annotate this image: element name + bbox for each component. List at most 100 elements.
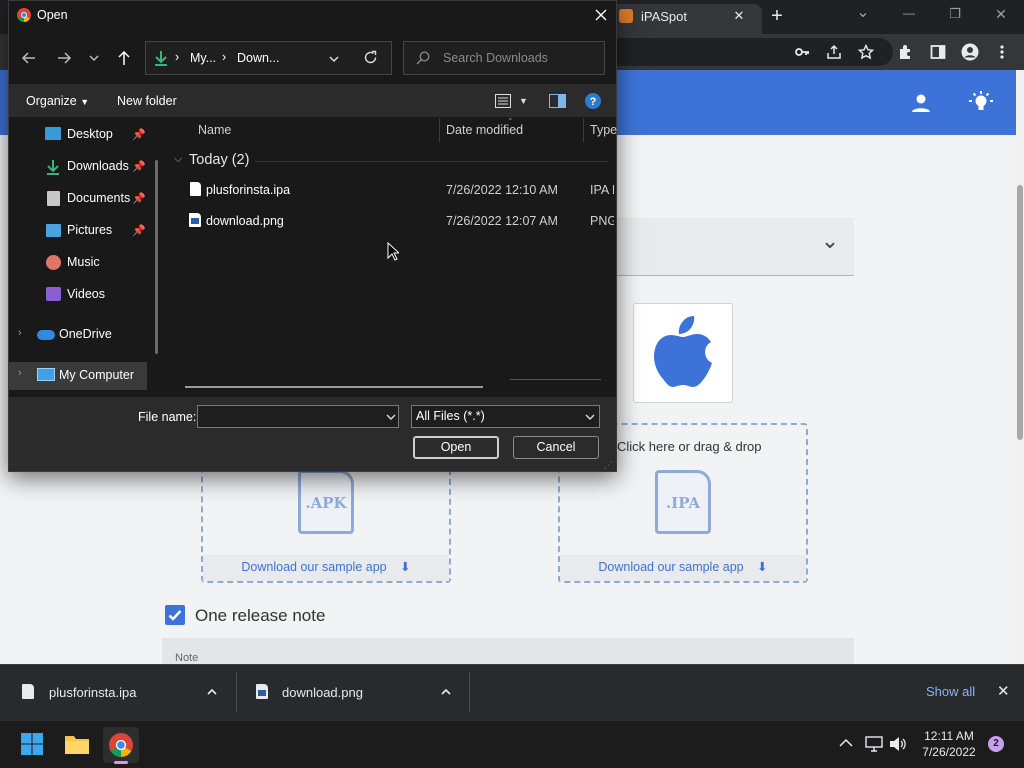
view-details-icon[interactable]	[495, 94, 511, 108]
extensions-puzzle-icon[interactable]	[898, 44, 914, 60]
resize-grip-icon[interactable]: ⋰	[604, 460, 613, 471]
note-field-label: Note	[175, 652, 199, 664]
new-tab-button[interactable]: +	[766, 5, 788, 28]
address-history-chevron-icon[interactable]	[328, 53, 340, 65]
chevron-down-icon: ⌄	[820, 228, 840, 253]
download-item-name[interactable]: plusforinsta.ipa	[49, 685, 136, 700]
ipa-sample-link-row[interactable]: Download our sample app ⬇	[560, 555, 806, 581]
file-name-history-chevron-icon[interactable]	[386, 412, 396, 422]
column-divider[interactable]	[583, 118, 584, 142]
file-list-horizontal-scrollbar[interactable]	[185, 386, 483, 388]
download-item-name[interactable]: download.png	[282, 685, 363, 700]
column-header-date[interactable]: Date modified	[446, 123, 523, 137]
profile-avatar-icon[interactable]	[961, 43, 979, 61]
show-hidden-icons-chevron-icon[interactable]	[839, 738, 853, 748]
download-arrow-icon: ⬇	[757, 560, 768, 574]
tab-search-chevron-icon[interactable]: ⌄	[852, 2, 874, 22]
windows-start-icon[interactable]	[20, 732, 44, 756]
nav-item-downloads[interactable]: Downloads	[67, 152, 129, 180]
back-arrow-icon[interactable]	[21, 50, 37, 66]
nav-item-documents[interactable]: Documents	[67, 184, 130, 212]
bookmark-star-icon[interactable]	[858, 44, 874, 60]
address-bar[interactable]	[617, 38, 893, 66]
side-panel-icon[interactable]	[930, 44, 946, 60]
help-glyph: ?	[590, 96, 597, 108]
sort-caret-icon: ⌄	[507, 113, 514, 122]
apk-sample-link-row[interactable]: Download our sample app ⬇	[203, 555, 449, 581]
apple-logo-icon	[653, 316, 712, 387]
computer-icon	[37, 368, 55, 381]
pin-icon: 📌	[132, 225, 146, 237]
dialog-close-icon[interactable]	[594, 8, 608, 22]
new-folder-button[interactable]: New folder	[117, 94, 177, 108]
download-file-icon	[22, 684, 34, 699]
organize-menu[interactable]: Organize ▼	[26, 94, 89, 108]
download-item-menu-chevron-icon[interactable]	[206, 686, 218, 698]
chrome-taskbar-icon[interactable]	[109, 733, 133, 757]
ipa-file-icon	[190, 182, 201, 196]
nav-item-my-computer[interactable]: My Computer	[59, 361, 134, 389]
filter-chevron-icon	[585, 414, 595, 420]
account-icon[interactable]	[911, 93, 931, 113]
open-button[interactable]: Open	[413, 436, 499, 459]
window-close-button[interactable]: ✕	[990, 6, 1012, 23]
clock-date[interactable]: 7/26/2022	[915, 745, 983, 759]
nav-item-desktop[interactable]: Desktop	[67, 120, 113, 148]
share-icon[interactable]	[826, 44, 842, 60]
show-all-downloads-button[interactable]: Show all	[926, 684, 975, 699]
column-header-name[interactable]: Name	[198, 123, 231, 137]
view-options-caret-icon[interactable]: ▼	[519, 96, 528, 106]
tab-close-icon[interactable]: ✕	[730, 8, 748, 24]
file-row-date: 7/26/2022 12:07 AM	[446, 214, 558, 228]
cancel-button[interactable]: Cancel	[513, 436, 599, 459]
window-minimize-button[interactable]: —	[898, 6, 920, 20]
file-explorer-icon[interactable]	[64, 733, 90, 755]
close-shelf-icon[interactable]: ✕	[997, 682, 1010, 700]
group-collapse-chevron-icon[interactable]: ⌵	[174, 153, 182, 166]
group-header-today[interactable]: Today (2)	[189, 152, 249, 168]
ipa-file-icon: .IPA	[655, 470, 711, 534]
up-folder-arrow-icon[interactable]	[116, 50, 132, 66]
help-icon[interactable]: ?	[585, 93, 601, 109]
apk-sample-link[interactable]: Download our sample app	[241, 560, 386, 574]
expand-chevron-icon[interactable]: ›	[18, 367, 22, 379]
column-header-type[interactable]: Type	[590, 123, 617, 137]
download-image-icon	[256, 684, 268, 699]
file-row-name[interactable]: plusforinsta.ipa	[206, 183, 290, 197]
clock-time[interactable]: 12:11 AM	[920, 729, 978, 743]
network-icon[interactable]	[865, 736, 883, 752]
page-scrollbar-thumb[interactable]	[1017, 185, 1023, 440]
window-restore-button[interactable]: ❐	[944, 6, 966, 22]
file-row-type: PNG	[590, 214, 614, 228]
nav-item-videos[interactable]: Videos	[67, 280, 105, 308]
refresh-icon[interactable]	[363, 50, 378, 65]
breadcrumb-item-my-computer[interactable]: My...	[190, 51, 216, 65]
note-field[interactable]	[162, 638, 854, 664]
ipa-sample-link[interactable]: Download our sample app	[598, 560, 743, 574]
expand-chevron-icon[interactable]: ›	[18, 327, 22, 339]
navigation-pane-scrollbar[interactable]	[155, 160, 158, 354]
theme-toggle-bulb-icon[interactable]	[969, 90, 993, 114]
breadcrumb-item-downloads[interactable]: Down...	[237, 51, 279, 65]
release-note-checkbox[interactable]	[165, 605, 185, 625]
password-key-icon[interactable]	[794, 44, 810, 60]
file-row-name[interactable]: download.png	[206, 214, 284, 228]
nav-item-onedrive[interactable]: OneDrive	[59, 320, 112, 348]
notification-count-badge[interactable]: 2	[988, 736, 1004, 752]
column-divider[interactable]	[439, 118, 440, 142]
forward-arrow-icon[interactable]	[56, 50, 72, 66]
file-row-date: 7/26/2022 12:10 AM	[446, 183, 558, 197]
group-divider	[255, 161, 608, 162]
png-thumbnail	[191, 218, 199, 224]
chrome-logo-icon	[17, 8, 31, 22]
recent-locations-chevron-icon[interactable]	[88, 52, 100, 64]
file-name-label: File name:	[138, 410, 197, 424]
file-name-input[interactable]	[197, 405, 399, 428]
nav-item-pictures[interactable]: Pictures	[67, 216, 112, 244]
download-item-menu-chevron-icon[interactable]	[440, 686, 452, 698]
volume-icon[interactable]	[889, 736, 907, 752]
nav-item-music[interactable]: Music	[67, 248, 100, 276]
preview-pane-icon[interactable]	[549, 94, 566, 108]
chrome-menu-icon[interactable]	[996, 44, 1008, 60]
upload-prompt-text: Click here or drag & drop	[617, 439, 762, 454]
